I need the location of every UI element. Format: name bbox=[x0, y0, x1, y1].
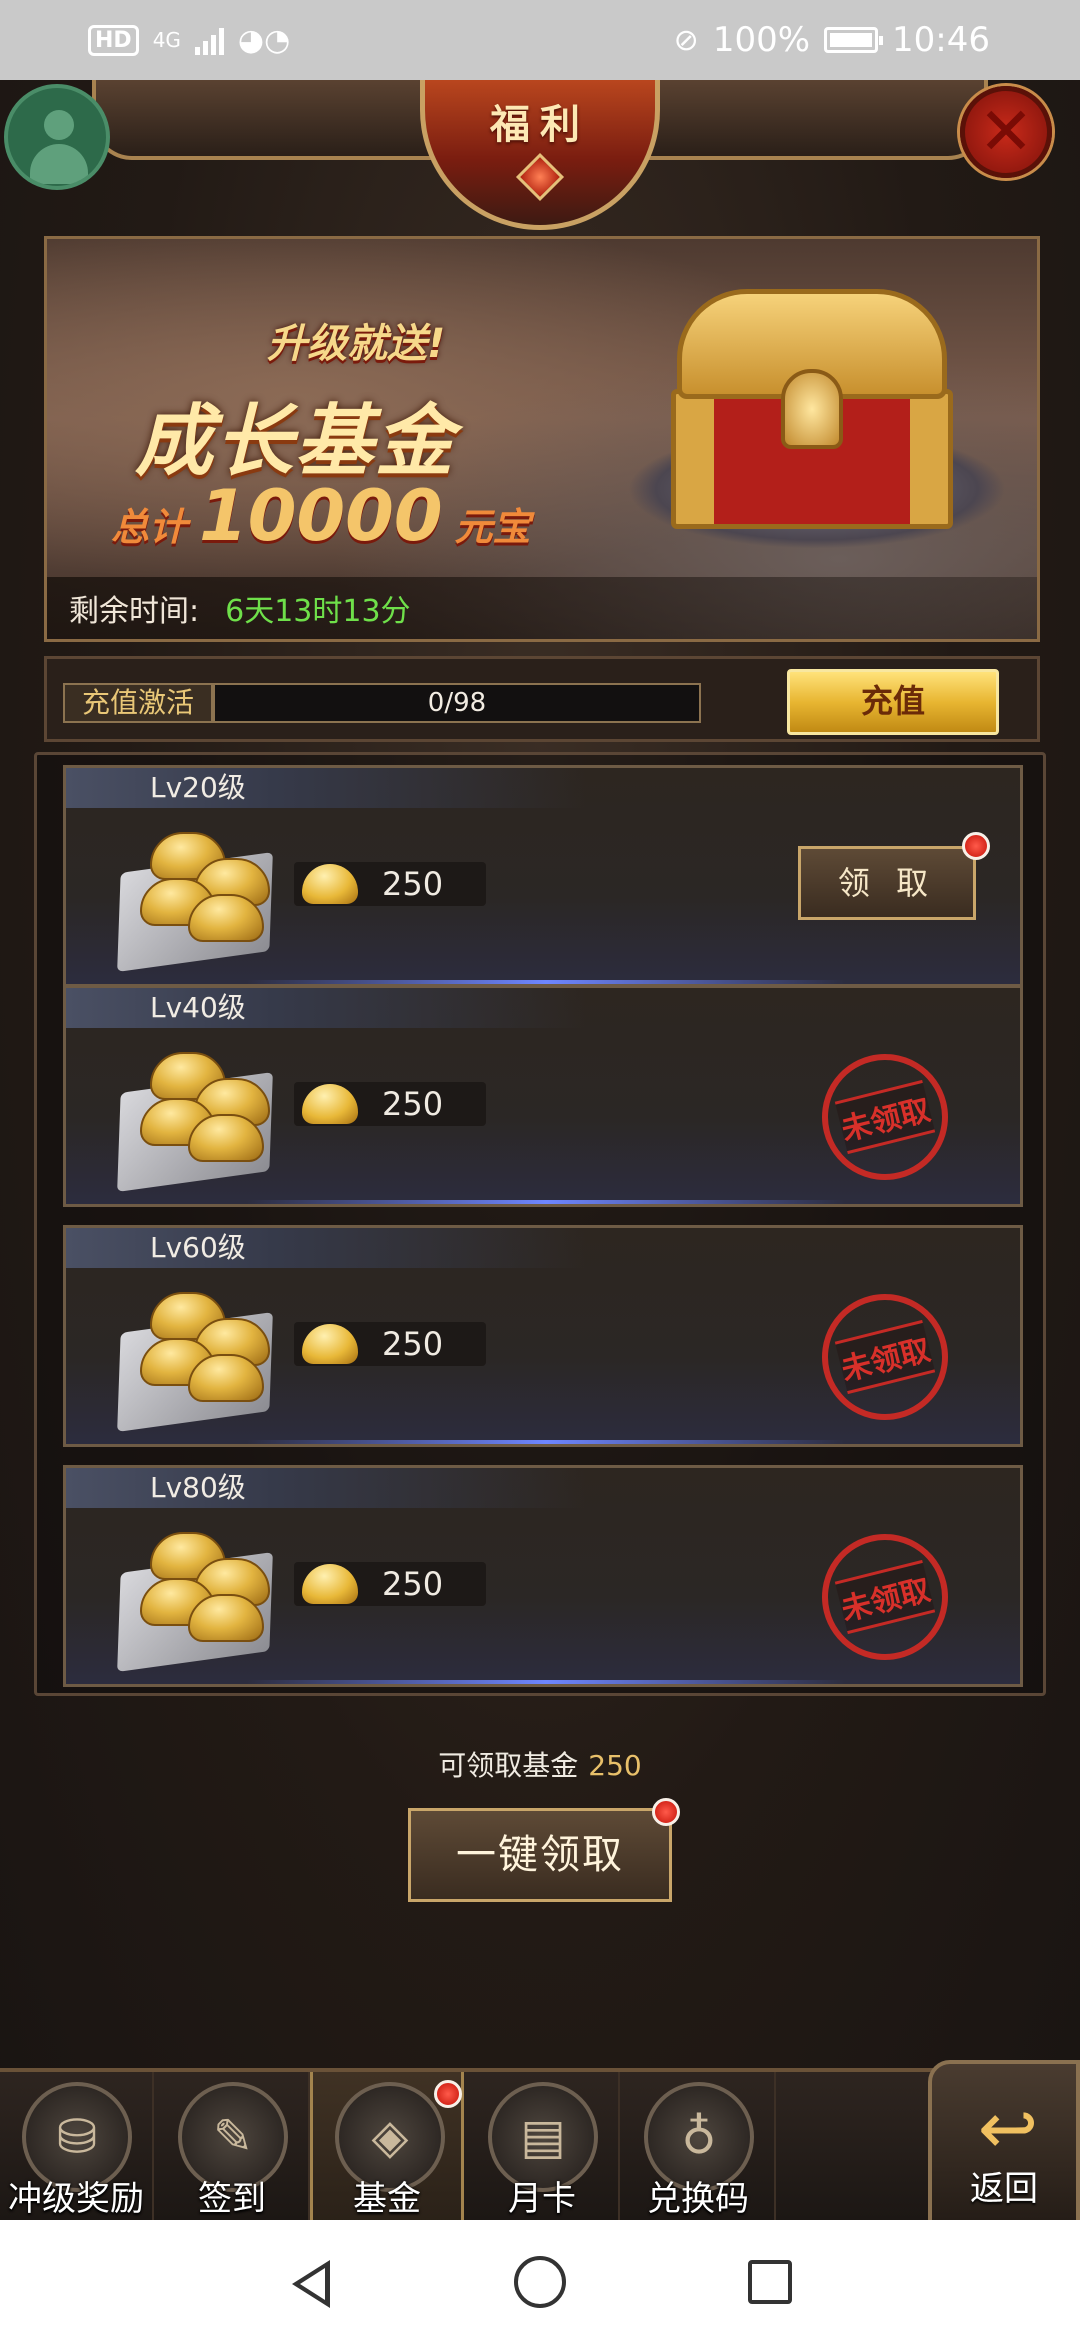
return-arrow-icon: ↩ bbox=[977, 2086, 1039, 2170]
treasure-chest-icon bbox=[627, 279, 1007, 549]
nav-home-icon[interactable] bbox=[514, 2256, 566, 2308]
unclaimed-stamp-label: 未领取 bbox=[834, 1319, 936, 1395]
reward-row-lv20: Lv20级 250 领 取 bbox=[63, 765, 1023, 987]
battery-icon bbox=[824, 27, 884, 53]
reward-amount-value: 250 bbox=[382, 1085, 444, 1123]
wechat-icon: ◕◔ bbox=[237, 22, 291, 58]
unclaimed-stamp: 未领取 bbox=[808, 1280, 962, 1434]
unclaimed-stamp: 未领取 bbox=[808, 1040, 962, 1194]
close-button[interactable]: ✕ bbox=[960, 86, 1052, 178]
claimable-fund-value: 250 bbox=[588, 1749, 642, 1782]
unclaimed-stamp: 未领取 bbox=[808, 1520, 962, 1674]
yuanbao-icon bbox=[302, 864, 358, 904]
system-nav-bar bbox=[0, 2220, 1080, 2340]
reward-amount-value: 250 bbox=[382, 1325, 444, 1363]
banner-total: 总计 10000 元宝 bbox=[111, 475, 531, 557]
yuanbao-icon bbox=[302, 1324, 358, 1364]
claim-button[interactable]: 领 取 bbox=[798, 846, 976, 920]
yuanbao-icon bbox=[302, 1084, 358, 1124]
reward-amount-value: 250 bbox=[382, 865, 444, 903]
battery-percent: 100% bbox=[712, 20, 811, 60]
recharge-activation-label: 充值激活 bbox=[63, 683, 213, 723]
yuanbao-icon bbox=[302, 1564, 358, 1604]
hd-icon: HD bbox=[88, 24, 139, 56]
reward-row-lv60: Lv60级 250 未领取 bbox=[63, 1225, 1023, 1447]
back-button-label: 返回 bbox=[970, 2169, 1038, 2209]
recharge-activation: 充值激活 0/98 充值 bbox=[44, 656, 1040, 742]
notification-dot bbox=[652, 1798, 680, 1826]
gold-ingot-icon bbox=[110, 1522, 280, 1672]
clock: 10:46 bbox=[892, 20, 990, 60]
title-plaque: 福利 bbox=[420, 80, 660, 230]
unclaimed-stamp-label: 未领取 bbox=[834, 1559, 936, 1635]
tab-sign-in[interactable]: ✎ 签到 bbox=[156, 2072, 310, 2220]
reward-list: Lv20级 250 领 取 Lv40级 250 未领取 Lv60级 250 未领… bbox=[34, 752, 1046, 1696]
page-title: 福利 bbox=[490, 102, 590, 148]
remaining-time: 剩余时间: 6天13时13分 bbox=[47, 577, 1037, 639]
tab-label: 兑换码 bbox=[647, 2179, 749, 2219]
welfare-screen: 福利 ✕ 升级就送! 成长基金 总计 10000 元宝 剩余时间: 6天13时1… bbox=[0, 80, 1080, 2220]
gold-ingot-icon bbox=[110, 1042, 280, 1192]
gem-icon bbox=[515, 152, 565, 202]
nav-back-icon[interactable] bbox=[292, 2260, 330, 2308]
total-unit: 元宝 bbox=[454, 505, 531, 549]
tab-label: 签到 bbox=[198, 2179, 266, 2219]
reward-row-lv40: Lv40级 250 未领取 bbox=[63, 985, 1023, 1207]
close-icon: ✕ bbox=[978, 93, 1034, 170]
one-click-claim-button[interactable]: 一键领取 bbox=[408, 1808, 672, 1902]
banner-tagline: 升级就送! bbox=[267, 321, 446, 367]
reward-level: Lv80级 bbox=[66, 1468, 586, 1508]
remaining-time-label: 剩余时间: bbox=[69, 594, 200, 629]
reward-amount: 250 bbox=[294, 1562, 486, 1606]
notification-dot bbox=[962, 832, 990, 860]
signal-icon bbox=[194, 25, 224, 55]
notification-dot bbox=[434, 2080, 462, 2108]
nav-recents-icon[interactable] bbox=[748, 2260, 792, 2304]
tab-redeem-code[interactable]: ♁ 兑换码 bbox=[622, 2072, 776, 2220]
reward-level: Lv60级 bbox=[66, 1228, 586, 1268]
reward-row-lv80: Lv80级 250 未领取 bbox=[63, 1465, 1023, 1687]
network-type: 4G bbox=[152, 28, 181, 52]
reward-level: Lv20级 bbox=[66, 768, 586, 808]
unclaimed-stamp-label: 未领取 bbox=[834, 1079, 936, 1155]
bottom-tab-bar: ⛁ 冲级奖励 ✎ 签到 ◈ 基金 ▤ 月卡 ♁ 兑换码 ↩ 返回 bbox=[0, 2060, 1080, 2220]
recharge-progress-bar: 0/98 bbox=[213, 683, 701, 723]
tab-monthly-card[interactable]: ▤ 月卡 bbox=[466, 2072, 620, 2220]
total-prefix: 总计 bbox=[111, 505, 188, 549]
tab-level-rewards[interactable]: ⛁ 冲级奖励 bbox=[0, 2072, 154, 2220]
recharge-button[interactable]: 充值 bbox=[787, 669, 999, 735]
growth-fund-banner: 升级就送! 成长基金 总计 10000 元宝 剩余时间: 6天13时13分 bbox=[44, 236, 1040, 642]
reward-amount: 250 bbox=[294, 1322, 486, 1366]
reward-level: Lv40级 bbox=[66, 988, 586, 1028]
avatar-body bbox=[30, 144, 88, 184]
total-amount: 10000 bbox=[199, 475, 443, 557]
gold-ingot-icon bbox=[110, 822, 280, 972]
mute-icon: ⊘ bbox=[673, 22, 699, 58]
gold-ingot-icon bbox=[110, 1282, 280, 1432]
tab-label: 基金 bbox=[353, 2179, 421, 2219]
reward-amount-value: 250 bbox=[382, 1565, 444, 1603]
avatar[interactable] bbox=[4, 84, 110, 190]
claimable-fund: 可领取基金 250 bbox=[0, 1744, 1080, 1784]
back-button[interactable]: ↩ 返回 bbox=[928, 2060, 1080, 2220]
reward-amount: 250 bbox=[294, 862, 486, 906]
tab-label: 冲级奖励 bbox=[8, 2179, 144, 2219]
remaining-time-value: 6天13时13分 bbox=[225, 594, 411, 629]
status-bar: HD 4G ◕◔ ⊘ 100% 10:46 bbox=[0, 0, 1080, 80]
tab-label: 月卡 bbox=[508, 2179, 576, 2219]
claimable-fund-label: 可领取基金 bbox=[438, 1749, 579, 1782]
reward-amount: 250 bbox=[294, 1082, 486, 1126]
avatar-head bbox=[44, 110, 74, 140]
